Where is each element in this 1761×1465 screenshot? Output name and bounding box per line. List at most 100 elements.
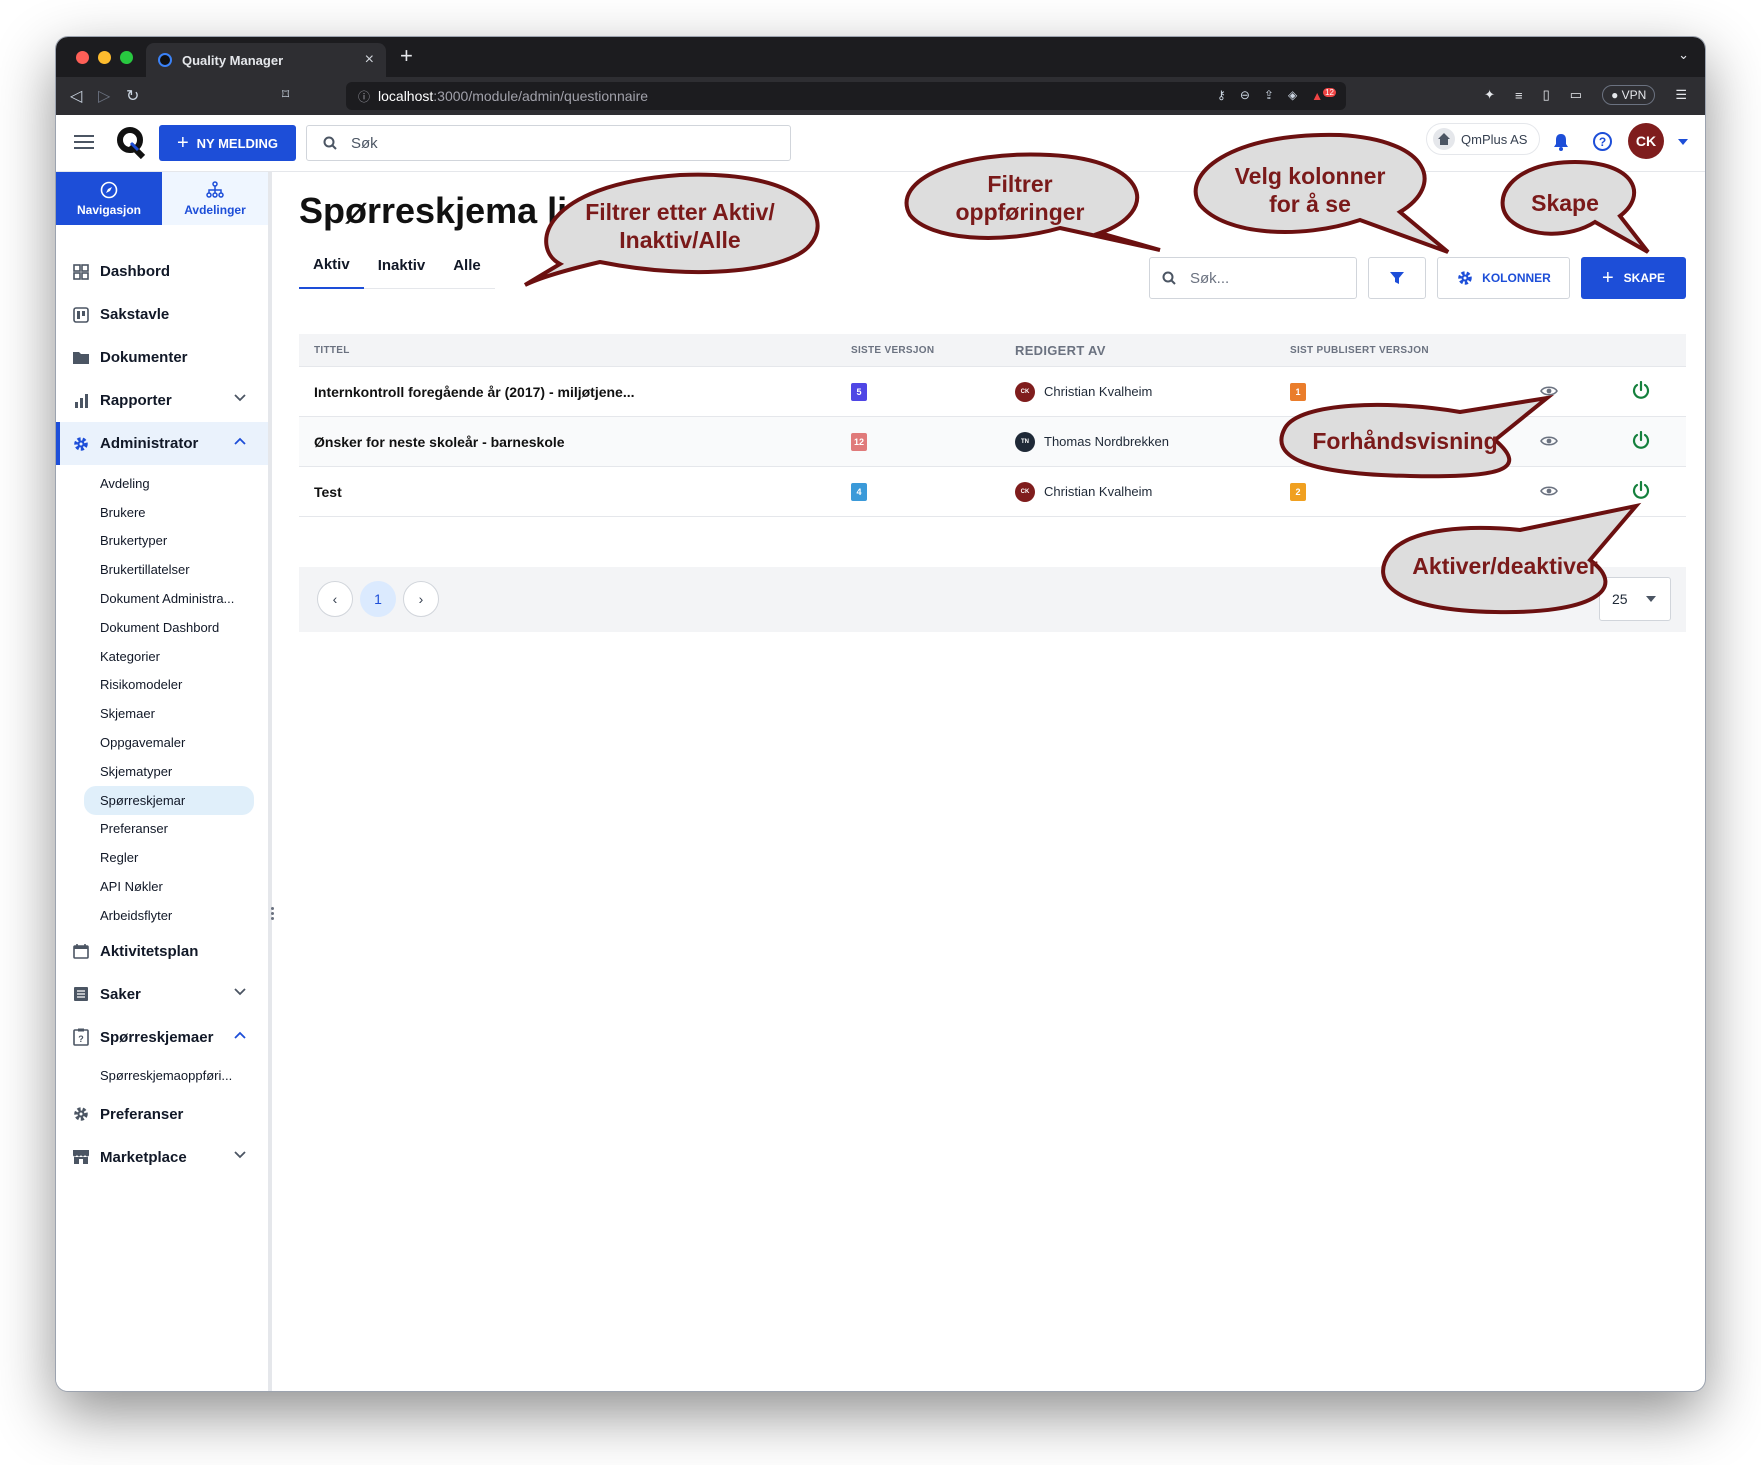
create-button[interactable]: + SKAPE — [1581, 257, 1686, 299]
power-icon[interactable] — [1632, 481, 1650, 500]
bookmark-icon[interactable]: ⌑ — [282, 86, 289, 103]
sidebar-item-saker[interactable]: Saker — [56, 973, 268, 1016]
table-row[interactable]: Internkontroll foregående år (2017) - mi… — [299, 367, 1686, 417]
close-tab-icon[interactable]: × — [365, 51, 374, 69]
chevron-up-icon[interactable] — [234, 1031, 246, 1039]
wallet-icon[interactable]: ▭ — [1570, 87, 1582, 103]
page-title: Spørreskjema li — [299, 190, 568, 231]
sidebar-item-label: Rapporter — [100, 392, 172, 409]
browser-menu-icon[interactable]: ☰ — [1675, 87, 1687, 103]
next-page-button[interactable]: › — [403, 581, 439, 617]
reload-icon[interactable]: ↻ — [126, 86, 139, 106]
admin-gear-icon — [72, 435, 90, 453]
sidebar-subitem-arbeidsflyter[interactable]: Arbeidsflyter — [56, 901, 268, 930]
notification-bell-icon[interactable] — [1553, 133, 1569, 151]
rewards-icon[interactable]: ▲ 12 — [1311, 88, 1336, 103]
row-title[interactable]: Test — [314, 484, 342, 500]
vpn-button[interactable]: ● VPN — [1602, 85, 1656, 105]
eye-icon[interactable] — [1540, 434, 1558, 448]
sidebar-subitem-skjemaer[interactable]: Skjemaer — [56, 699, 268, 728]
tab-list-chevron-icon[interactable]: ⌄ — [1678, 47, 1689, 63]
sidebar-subitem-brukertillatelser[interactable]: Brukertillatelser — [56, 555, 268, 584]
sidebar-item-marketplace[interactable]: Marketplace — [56, 1136, 268, 1179]
extensions-icon[interactable]: ✦ — [1484, 87, 1495, 103]
sidebar-subitem-sporreskjemar[interactable]: Spørreskjemar — [84, 785, 254, 815]
chevron-up-icon[interactable] — [234, 437, 246, 445]
chevron-down-icon[interactable] — [234, 988, 246, 996]
version-badge: 12 — [851, 432, 867, 451]
site-info-icon[interactable]: ⓘ — [358, 88, 370, 105]
sidebar-subitem-oppgavemaler[interactable]: Oppgavemaler — [56, 728, 268, 757]
column-header-last-published[interactable]: SIST PUBLISERT VERSJON — [1290, 345, 1429, 356]
sidebar-item-aktivitetsplan[interactable]: Aktivitetsplan — [56, 930, 268, 973]
sidebar-subitem-brukere[interactable]: Brukere — [56, 498, 268, 527]
sidebar-subitem-risikomodeler[interactable]: Risikomodeler — [56, 671, 268, 700]
columns-button[interactable]: KOLONNER — [1437, 257, 1570, 299]
sidebar-subitem-dokument-dashbord[interactable]: Dokument Dashbord — [56, 613, 268, 642]
sidebar-resize-handle[interactable] — [271, 907, 274, 922]
back-icon[interactable]: ◁ — [70, 86, 82, 106]
close-window-button[interactable] — [76, 51, 89, 64]
sidebar-item-administrator[interactable]: Administrator — [56, 422, 268, 465]
global-search-input[interactable]: Søk — [306, 125, 791, 161]
sidebar-subitem-brukertyper[interactable]: Brukertyper — [56, 527, 268, 556]
sidebar-menu: Dashbord Sakstavle Dokumenter Rapporter … — [56, 250, 268, 1179]
key-icon[interactable]: ⚷ — [1217, 88, 1226, 103]
table-row[interactable]: Test 4 CK Christian Kvalheim 2 — [299, 467, 1686, 517]
column-header-title[interactable]: TITTEL — [314, 345, 350, 356]
filter-button[interactable] — [1368, 257, 1426, 299]
tab-inaktiv[interactable]: Inaktiv — [364, 242, 440, 289]
caret-down-icon[interactable] — [1678, 139, 1688, 145]
sidebar-subitem-skjematyper[interactable]: Skjematyper — [56, 757, 268, 786]
maximize-window-button[interactable] — [120, 51, 133, 64]
zoom-icon[interactable]: ⊖ — [1240, 88, 1250, 103]
tab-navigation[interactable]: Navigasjon — [56, 172, 162, 225]
tab-aktiv[interactable]: Aktiv — [299, 242, 364, 289]
user-avatar[interactable]: CK — [1628, 123, 1664, 159]
minimize-window-button[interactable] — [98, 51, 111, 64]
sidebar-subitem-sporreskjemaoppforinger[interactable]: Spørreskjemaoppføri... — [56, 1059, 268, 1093]
sidebar-subitem-avdeling[interactable]: Avdeling — [56, 469, 268, 498]
sidebar-subitem-api-nokler[interactable]: API Nøkler — [56, 872, 268, 901]
row-title[interactable]: Ønsker for neste skoleår - barneskole — [314, 434, 565, 450]
sidebar-subitem-kategorier[interactable]: Kategorier — [56, 642, 268, 671]
sidebar-item-sporreskjemaer[interactable]: ? Spørreskjemaer — [56, 1016, 268, 1059]
eye-icon[interactable] — [1540, 384, 1558, 398]
forward-icon[interactable]: ▷ — [98, 86, 110, 106]
row-title[interactable]: Internkontroll foregående år (2017) - mi… — [314, 384, 635, 400]
organization-selector[interactable]: QmPlus AS — [1426, 123, 1541, 155]
eye-icon[interactable] — [1540, 484, 1558, 498]
chevron-down-icon[interactable] — [234, 394, 246, 402]
address-bar[interactable]: ⓘ localhost:3000/module/admin/questionna… — [346, 82, 1346, 110]
sidebar-subitem-preferanser[interactable]: Preferanser — [56, 815, 268, 844]
brave-shield-icon[interactable]: ◈ — [1288, 88, 1297, 103]
browser-tab[interactable]: Quality Manager × — [146, 43, 386, 77]
new-tab-icon[interactable]: + — [400, 43, 413, 69]
power-icon[interactable] — [1632, 431, 1650, 450]
page-button[interactable]: 1 — [360, 581, 396, 617]
sidebar-subitem-regler[interactable]: Regler — [56, 843, 268, 872]
column-header-edited-by[interactable]: REDIGERT AV — [1015, 343, 1106, 358]
chevron-down-icon[interactable] — [234, 1151, 246, 1159]
tab-alle[interactable]: Alle — [439, 242, 495, 289]
sidebar-toggle-icon[interactable]: ▯ — [1543, 87, 1550, 103]
sidebar-item-sakstavle[interactable]: Sakstavle — [56, 293, 268, 336]
prev-page-button[interactable]: ‹ — [317, 581, 353, 617]
sidebar-item-rapporter[interactable]: Rapporter — [56, 379, 268, 422]
new-message-button[interactable]: + NY MELDING — [159, 125, 296, 161]
table-search-input[interactable]: Søk... — [1149, 257, 1357, 299]
sidebar-item-dokumenter[interactable]: Dokumenter — [56, 336, 268, 379]
hamburger-menu-icon[interactable] — [74, 135, 94, 153]
rows-per-page-select[interactable]: 25 — [1599, 577, 1671, 621]
tab-departments[interactable]: Avdelinger — [162, 172, 268, 225]
sidebar-item-dashbord[interactable]: Dashbord — [56, 250, 268, 293]
help-icon[interactable]: ? — [1593, 132, 1612, 151]
editor-name: Thomas Nordbrekken — [1044, 434, 1169, 449]
sidebar-item-preferanser[interactable]: Preferanser — [56, 1093, 268, 1136]
share-icon[interactable]: ⇪ — [1264, 88, 1274, 103]
gear-icon — [1458, 271, 1472, 285]
column-header-latest-version[interactable]: SISTE VERSJON — [851, 345, 934, 356]
sidebar-subitem-dokument-administrasjon[interactable]: Dokument Administra... — [56, 584, 268, 613]
power-icon[interactable] — [1632, 381, 1650, 400]
playlist-icon[interactable]: ≡ — [1515, 88, 1523, 103]
